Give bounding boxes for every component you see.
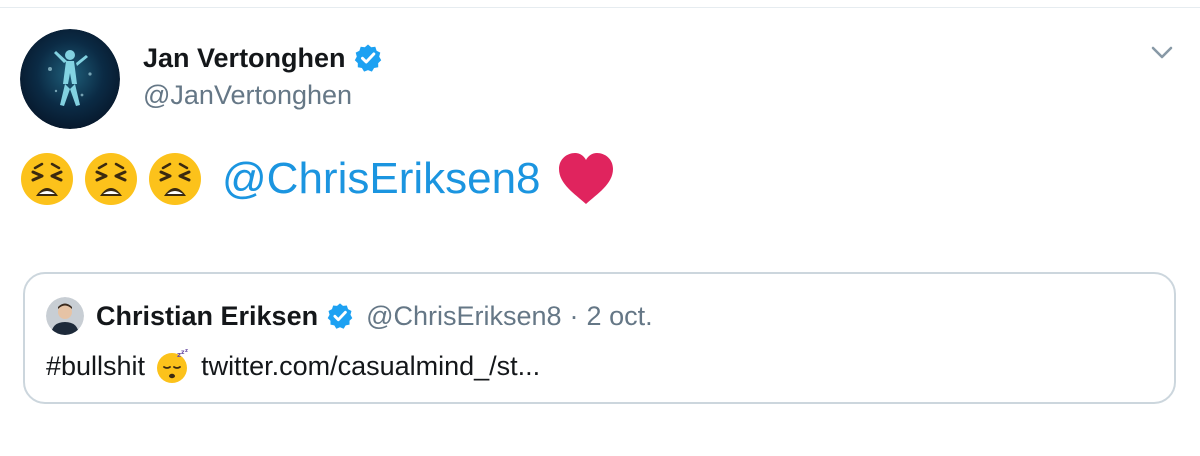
- svg-text:z: z: [185, 348, 188, 354]
- quoted-tweet-header: Christian Eriksen @ChrisEriksen8 · 2 oct…: [46, 296, 653, 336]
- hashtag: #bullshit: [46, 350, 146, 381]
- author-avatar[interactable]: [20, 29, 120, 129]
- red-heart-emoji-icon: [557, 152, 615, 206]
- chevron-down-icon[interactable]: [1147, 40, 1177, 64]
- separator-dot: ·: [569, 300, 579, 331]
- weary-face-emoji-icon: [84, 152, 138, 206]
- top-divider: [0, 7, 1200, 8]
- sleeping-face-emoji-icon: z z z: [155, 348, 191, 384]
- quoted-tweet-link[interactable]: twitter.com/casualmind_/st...: [201, 351, 540, 382]
- verified-badge-icon: [326, 302, 354, 330]
- author-name[interactable]: Jan Vertonghen: [143, 43, 346, 74]
- tweet-text: @ChrisEriksen8: [20, 147, 615, 211]
- quoted-author-handle: @ChrisEriksen8: [366, 300, 562, 331]
- weary-face-emoji-icon: [20, 152, 74, 206]
- author-name-row[interactable]: Jan Vertonghen: [143, 38, 383, 78]
- quoted-tweet-text: #bullshit z z z twitter.com/casualmind_/…: [46, 346, 540, 386]
- weary-face-emoji-icon: [148, 152, 202, 206]
- quoted-tweet-date: 2 oct.: [586, 300, 653, 331]
- quoted-tweet-card[interactable]: Christian Eriksen @ChrisEriksen8 · 2 oct…: [23, 272, 1176, 404]
- quoted-author-avatar: [46, 297, 84, 335]
- quoted-author-name: Christian Eriksen: [96, 300, 319, 331]
- author-handle[interactable]: @JanVertonghen: [143, 80, 352, 111]
- mention-link[interactable]: @ChrisEriksen8: [222, 154, 541, 204]
- tweet-card: Jan Vertonghen @JanVertonghen @ChrisErik…: [0, 0, 1200, 456]
- verified-badge-icon: [353, 43, 383, 73]
